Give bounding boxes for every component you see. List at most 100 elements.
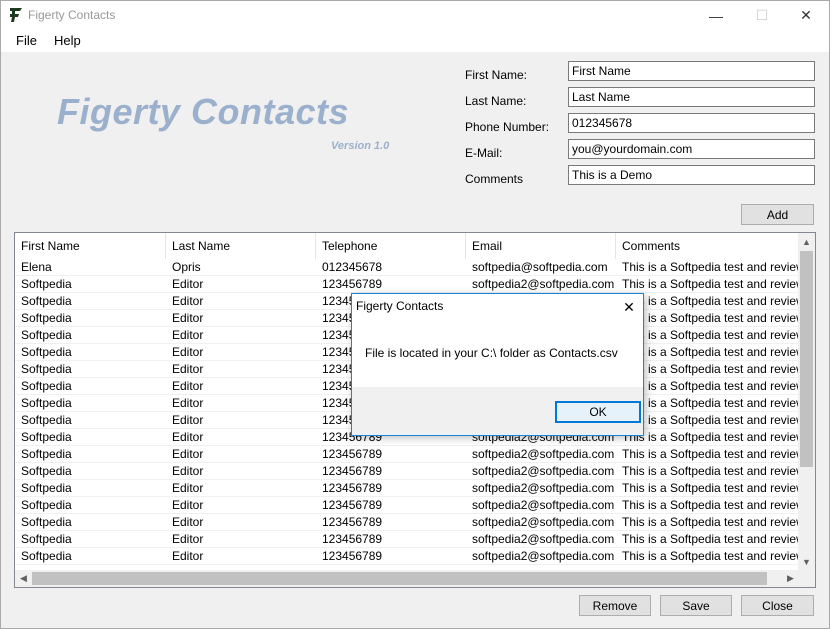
cell-last-name: Editor — [172, 362, 204, 376]
app-window: Figerty Contacts — ☐ ✕ File Help Figerty… — [0, 0, 830, 629]
dialog-footer: OK — [352, 387, 643, 435]
phone-field[interactable] — [568, 113, 815, 133]
cell-first-name: Softpedia — [21, 277, 72, 291]
table-row[interactable]: Softpedia Editor 123456789 softpedia2@softp… — [15, 463, 799, 480]
column-header-last-name[interactable]: Last Name — [166, 233, 316, 259]
cell-last-name: Editor — [172, 277, 204, 291]
comments-label: Comments — [465, 172, 524, 186]
cell-telephone: 123456789 — [322, 515, 383, 529]
menu-bar: File Help — [1, 30, 829, 52]
add-button[interactable]: Add — [741, 204, 814, 225]
dialog-title: Figerty Contacts — [356, 299, 444, 313]
cell-email: softpedia2@softpedia.com — [472, 447, 615, 461]
scroll-corner — [798, 570, 815, 587]
comments-field[interactable] — [568, 165, 815, 185]
last-name-label: Last Name: — [465, 94, 527, 108]
cell-telephone: 123456789 — [322, 532, 383, 546]
table-row[interactable]: Softpedia Editor 123456789 softpedia2@softp… — [15, 480, 799, 497]
cell-telephone: 123456789 — [322, 447, 383, 461]
scroll-right-icon[interactable]: ▶ — [782, 570, 799, 587]
cell-first-name: Softpedia — [21, 515, 72, 529]
table-row[interactable]: Softpedia Editor 123456789 softpedia2@softp… — [15, 446, 799, 463]
title-bar[interactable]: Figerty Contacts — ☐ ✕ — [1, 1, 829, 30]
dialog-close-icon[interactable]: ✕ — [615, 294, 643, 320]
remove-button[interactable]: Remove — [579, 595, 651, 616]
table-row[interactable]: Elena Opris 012345678 softpedia@softpedia.c… — [15, 259, 799, 276]
cell-first-name: Softpedia — [21, 345, 72, 359]
cell-first-name: Softpedia — [21, 328, 72, 342]
cell-comments: This is a Softpedia test and review — [622, 464, 799, 478]
cell-first-name: Elena — [21, 260, 52, 274]
menu-file[interactable]: File — [16, 33, 37, 48]
column-header-comments[interactable]: Comments — [616, 233, 799, 259]
table-row[interactable]: Softpedia Editor 123456789 softpedia2@softp… — [15, 497, 799, 514]
cell-first-name: Softpedia — [21, 481, 72, 495]
cell-last-name: Editor — [172, 430, 204, 444]
table-row[interactable]: Softpedia Editor 123456789 softpedia2@softp… — [15, 276, 799, 293]
cell-last-name: Editor — [172, 498, 204, 512]
cell-last-name: Editor — [172, 328, 204, 342]
vertical-scroll-thumb[interactable] — [800, 251, 813, 467]
horizontal-scroll-thumb[interactable] — [32, 572, 767, 585]
cell-last-name: Editor — [172, 481, 204, 495]
cell-email: softpedia2@softpedia.com — [472, 532, 615, 546]
column-header-telephone[interactable]: Telephone — [316, 233, 466, 259]
cell-comments: This is a Softpedia test and review — [622, 532, 799, 546]
close-button[interactable]: Close — [741, 595, 814, 616]
first-name-field[interactable] — [568, 61, 815, 81]
cell-last-name: Opris — [172, 260, 201, 274]
cell-last-name: Editor — [172, 413, 204, 427]
dialog-message: File is located in your C:\ folder as Co… — [365, 346, 618, 360]
cell-first-name: Softpedia — [21, 498, 72, 512]
scroll-up-icon[interactable]: ▲ — [798, 233, 815, 250]
cell-last-name: Editor — [172, 396, 204, 410]
table-row[interactable]: Softpedia Editor 123456789 softpedia2@softp… — [15, 531, 799, 548]
column-header-first-name[interactable]: First Name — [15, 233, 166, 259]
cell-first-name: Softpedia — [21, 413, 72, 427]
cell-comments: This is a Softpedia test and review — [622, 277, 799, 291]
vertical-scrollbar[interactable]: ▲ ▼ — [798, 233, 815, 570]
email-field[interactable] — [568, 139, 815, 159]
scroll-down-icon[interactable]: ▼ — [798, 553, 815, 570]
cell-email: softpedia2@softpedia.com — [472, 549, 615, 563]
last-name-field[interactable] — [568, 87, 815, 107]
cell-last-name: Editor — [172, 294, 204, 308]
cell-comments: This is a Softpedia test and review — [622, 447, 799, 461]
cell-email: softpedia2@softpedia.com — [472, 277, 615, 291]
cell-last-name: Editor — [172, 447, 204, 461]
cell-first-name: Softpedia — [21, 396, 72, 410]
cell-comments: This is a Softpedia test and review — [622, 481, 799, 495]
app-logo-icon — [10, 8, 22, 22]
cell-telephone: 123456789 — [322, 481, 383, 495]
cell-last-name: Editor — [172, 311, 204, 325]
maximize-button[interactable]: ☐ — [739, 1, 785, 30]
column-header-email[interactable]: Email — [466, 233, 616, 259]
cell-last-name: Editor — [172, 549, 204, 563]
phone-label: Phone Number: — [465, 120, 550, 134]
cell-comments: This is a Softpedia test and review — [622, 515, 799, 529]
minimize-button[interactable]: — — [693, 1, 739, 30]
cell-email: softpedia2@softpedia.com — [472, 498, 615, 512]
cell-first-name: Softpedia — [21, 430, 72, 444]
cell-first-name: Softpedia — [21, 379, 72, 393]
scroll-left-icon[interactable]: ◀ — [15, 570, 32, 587]
cell-first-name: Softpedia — [21, 294, 72, 308]
table-row[interactable]: Softpedia Editor 123456789 softpedia2@softp… — [15, 514, 799, 531]
menu-help[interactable]: Help — [54, 33, 81, 48]
cell-first-name: Softpedia — [21, 362, 72, 376]
close-window-button[interactable]: ✕ — [783, 1, 829, 30]
email-label: E-Mail: — [465, 146, 503, 160]
cell-first-name: Softpedia — [21, 532, 72, 546]
grid-header: First Name Last Name Telephone Email Com… — [15, 233, 799, 259]
cell-last-name: Editor — [172, 345, 204, 359]
cell-last-name: Editor — [172, 464, 204, 478]
table-row[interactable]: Softpedia Editor 123456789 softpedia2@softp… — [15, 548, 799, 565]
save-button[interactable]: Save — [660, 595, 732, 616]
cell-telephone: 123456789 — [322, 498, 383, 512]
cell-email: softpedia2@softpedia.com — [472, 515, 615, 529]
logo-title: Figerty Contacts — [57, 91, 350, 132]
window-title: Figerty Contacts — [28, 8, 116, 22]
horizontal-scrollbar[interactable]: ◀ ▶ — [15, 570, 799, 587]
ok-button[interactable]: OK — [555, 401, 641, 423]
cell-first-name: Softpedia — [21, 464, 72, 478]
